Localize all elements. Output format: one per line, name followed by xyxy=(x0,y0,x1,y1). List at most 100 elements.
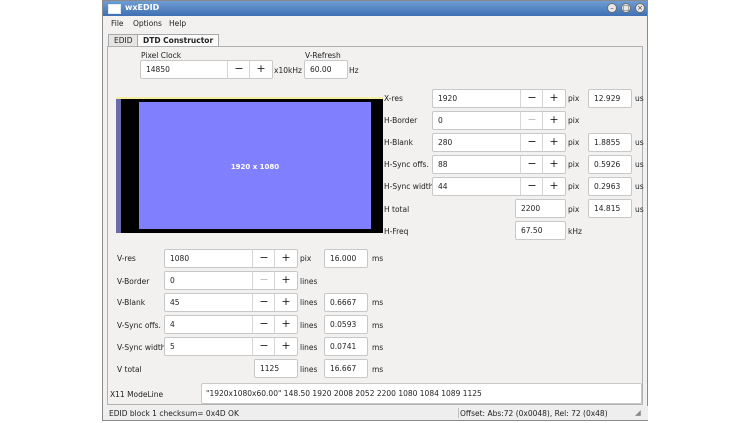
decrement-icon[interactable]: − xyxy=(520,90,543,107)
v-sync-offs-label: V-Sync offs. xyxy=(117,321,161,330)
h-sync-offs-unit: pix xyxy=(568,160,580,169)
increment-icon[interactable]: + xyxy=(542,90,565,107)
pixel-clock-spin[interactable]: 14850 − + xyxy=(140,60,273,79)
status-checksum: EDID block 1 checksum= 0x4D OK xyxy=(109,409,239,418)
h-total-time-unit: us xyxy=(635,205,644,214)
v-blank-time-field[interactable]: 0.6667 xyxy=(324,293,368,312)
v-sync-offs-time-field[interactable]: 0.0593 xyxy=(324,315,368,334)
h-border-spin[interactable]: 0 − + xyxy=(432,111,566,130)
h-freq-field[interactable]: 67.50 xyxy=(515,221,566,240)
v-refresh-unit: Hz xyxy=(349,66,359,75)
decrement-icon[interactable]: − xyxy=(227,61,250,78)
v-refresh-label: V-Refresh xyxy=(305,51,341,60)
h-sync-width-time-unit: us xyxy=(635,182,644,191)
v-blank-spin[interactable]: 45 − + xyxy=(164,293,298,312)
v-border-label: V-Border xyxy=(117,277,150,286)
menu-file[interactable]: File xyxy=(111,19,124,28)
h-total-time-field[interactable]: 14.815 xyxy=(588,199,632,218)
v-sync-width-time-unit: ms xyxy=(372,343,384,352)
modeline-field[interactable]: "1920x1080x60.00" 148.50 1920 2008 2052 … xyxy=(201,383,642,404)
decrement-icon[interactable]: − xyxy=(520,134,543,151)
v-sync-offs-unit: lines xyxy=(300,321,318,330)
v-sync-width-time-field[interactable]: 0.0741 xyxy=(324,337,368,356)
h-sync-offs-time-field[interactable]: 0.5926 xyxy=(588,155,632,174)
h-sync-width-unit: pix xyxy=(568,182,580,191)
h-blank-value: 280 xyxy=(438,138,453,147)
decrement-icon[interactable]: − xyxy=(252,316,275,333)
increment-icon[interactable]: + xyxy=(274,316,297,333)
increment-icon[interactable]: + xyxy=(249,61,272,78)
v-border-value: 0 xyxy=(170,276,175,285)
h-blank-time-field[interactable]: 1.8855 xyxy=(588,133,632,152)
x-res-spin[interactable]: 1920 − + xyxy=(432,89,566,108)
menu-help[interactable]: Help xyxy=(169,19,186,28)
v-total-unit: lines xyxy=(300,365,318,374)
status-bar: EDID block 1 checksum= 0x4D OK Offset: A… xyxy=(103,406,648,420)
h-blank-time-unit: us xyxy=(635,138,644,147)
h-total-field[interactable]: 2200 xyxy=(515,199,566,218)
v-sync-width-spin[interactable]: 5 − + xyxy=(164,337,298,356)
x-res-value: 1920 xyxy=(438,94,458,103)
v-sync-offs-spin[interactable]: 4 − + xyxy=(164,315,298,334)
h-total-unit: pix xyxy=(568,205,580,214)
v-res-spin[interactable]: 1080 − + xyxy=(164,249,298,268)
decrement-icon[interactable]: − xyxy=(252,250,275,267)
increment-icon[interactable]: + xyxy=(542,156,565,173)
tab-edid[interactable]: EDID xyxy=(108,34,139,46)
decrement-icon[interactable]: − xyxy=(252,338,275,355)
minimize-icon[interactable]: – xyxy=(607,3,617,13)
v-border-spin[interactable]: 0 − + xyxy=(164,271,298,290)
decrement-icon[interactable]: − xyxy=(520,178,543,195)
v-refresh-field[interactable]: 60.00 xyxy=(304,60,348,79)
x-res-time-field[interactable]: 12.929 xyxy=(588,89,632,108)
increment-icon[interactable]: + xyxy=(542,112,565,129)
increment-icon[interactable]: + xyxy=(274,250,297,267)
x-res-unit: pix xyxy=(568,94,580,103)
maximize-icon[interactable]: □ xyxy=(621,3,631,13)
v-res-label: V-res xyxy=(117,254,136,263)
h-border-value: 0 xyxy=(438,116,443,125)
decrement-icon[interactable]: − xyxy=(520,112,543,129)
increment-icon[interactable]: + xyxy=(542,178,565,195)
h-freq-unit: kHz xyxy=(568,227,582,236)
h-freq-label: H-Freq xyxy=(384,227,409,236)
increment-icon[interactable]: + xyxy=(274,294,297,311)
modeline-label: X11 ModeLine xyxy=(110,390,164,399)
h-sync-offs-spin[interactable]: 88 − + xyxy=(432,155,566,174)
h-sync-width-spin[interactable]: 44 − + xyxy=(432,177,566,196)
decrement-icon[interactable]: − xyxy=(252,272,275,289)
v-blank-unit: lines xyxy=(300,298,318,307)
app-icon xyxy=(108,4,121,14)
v-total-field[interactable]: 1125 xyxy=(254,359,298,378)
increment-icon[interactable]: + xyxy=(274,272,297,289)
h-blank-spin[interactable]: 280 − + xyxy=(432,133,566,152)
pixel-clock-label: Pixel Clock xyxy=(141,51,182,60)
decrement-icon[interactable]: − xyxy=(252,294,275,311)
preview-border-top xyxy=(116,97,383,99)
v-res-unit: pix xyxy=(300,254,312,263)
increment-icon[interactable]: + xyxy=(274,338,297,355)
h-blank-label: H-Blank xyxy=(384,138,414,147)
h-sync-offs-value: 88 xyxy=(438,160,448,169)
v-blank-time-unit: ms xyxy=(372,298,384,307)
window-title: wxEDID xyxy=(125,3,160,12)
h-border-unit: pix xyxy=(568,116,580,125)
v-border-unit: lines xyxy=(300,277,318,286)
v-res-time-field[interactable]: 16.000 xyxy=(324,249,368,268)
menu-options[interactable]: Options xyxy=(133,19,162,28)
v-total-time-field[interactable]: 16.667 xyxy=(324,359,368,378)
preview-resolution-label: 1920 x 1080 xyxy=(230,163,280,171)
v-blank-value: 45 xyxy=(170,298,180,307)
resize-grip-icon[interactable]: ◢ xyxy=(635,408,641,417)
h-sync-offs-label: H-Sync offs. xyxy=(384,160,429,169)
v-sync-width-unit: lines xyxy=(300,343,318,352)
title-bar[interactable]: wxEDID – □ × xyxy=(103,1,647,16)
h-sync-width-label: H-Sync width xyxy=(384,182,434,191)
v-total-label: V total xyxy=(117,365,142,374)
h-border-label: H-Border xyxy=(384,116,418,125)
increment-icon[interactable]: + xyxy=(542,134,565,151)
h-sync-width-time-field[interactable]: 0.2963 xyxy=(588,177,632,196)
close-icon[interactable]: × xyxy=(635,3,645,13)
decrement-icon[interactable]: − xyxy=(520,156,543,173)
h-sync-offs-time-unit: us xyxy=(635,160,644,169)
